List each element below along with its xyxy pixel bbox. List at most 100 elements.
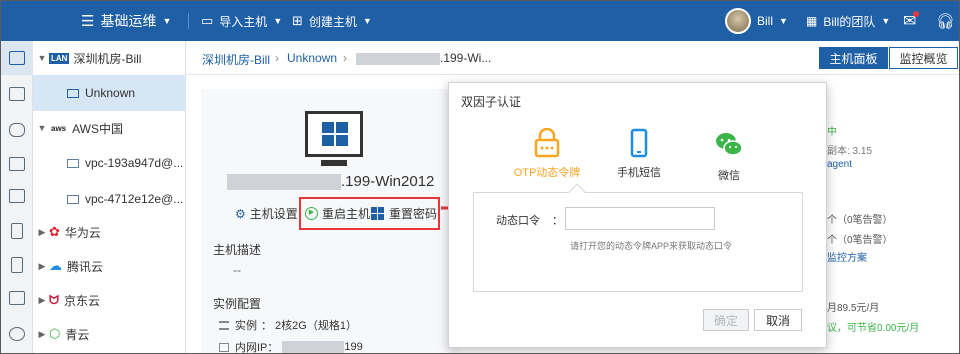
main-menu[interactable]: ☰ 基础运维 ▼ [81,1,171,41]
instance-label: 实例 [235,320,257,332]
chevron-down-icon: ▼ [779,16,788,26]
otp-field-colon: ： [552,215,563,227]
instance-config-label: 实例配置 [213,297,262,311]
chevron-right-icon: › [275,51,279,65]
create-host-label: 创建主机 [308,14,357,29]
private-ip-label: 内网IP： [235,342,279,354]
database-icon[interactable] [9,123,25,137]
windows-icon [322,122,348,146]
storage-icon[interactable] [9,189,25,203]
breadcrumb-unknown[interactable]: Unknown [287,51,337,65]
tree-item-qingcloud[interactable]: ▶ ⬡ 青云 [33,317,186,351]
avatar [725,8,751,34]
divider [188,13,189,29]
server-icon [219,320,229,330]
clipboard-icon[interactable] [11,257,23,273]
private-ip-suffix: 199 [344,341,363,353]
chevron-down-icon: ▼ [273,16,283,26]
tree-label: vpc-4712e12e@... [85,192,184,206]
create-host-menu[interactable]: ⊞ 创建主机 ▼ [292,1,372,41]
add-host-icon: ⊞ [292,13,303,28]
jd-logo-icon: ᗢ [49,292,59,307]
tab-wechat[interactable]: 微信 [701,131,757,183]
agent-link[interactable]: agent [827,159,852,170]
tab-otp[interactable]: OTP动态令牌 [511,128,583,180]
tree-item-vpc2[interactable]: vpc-4712e12e@... [33,181,186,217]
host-settings-label: 主机设置 [249,207,298,221]
otp-form-panel: 动态口令 ： 请打开您的动态令牌APP来获取动态口令 [473,183,803,292]
tree-item-tencent[interactable]: ▶ ☁ 腾讯云 [33,249,186,283]
tencent-cloud-icon: ☁ [49,258,62,273]
team-menu[interactable]: ▦ Bill的团队 ▼ [806,1,890,41]
chevron-down-icon: ▼ [881,16,891,26]
monitor-stand [321,160,347,166]
instance-spec-row: 实例 ： 2核2G（规格1） [219,317,357,333]
host-name-label: .199-Win2012 [341,173,435,190]
network-icon[interactable] [9,87,25,101]
private-ip-row: 内网IP： 199 [219,339,363,354]
alert-count-text: 个（0笔告警） [827,215,893,226]
import-host-menu[interactable]: ▭ 导入主机 ▼ [201,1,282,41]
chevron-right-icon: ▶ [38,260,46,271]
user-name: Bill [757,14,774,28]
tree-label: 深圳机房-Bill [73,51,142,66]
dialog-title: 双因子认证 [461,95,522,109]
host-description-label: 主机描述 [213,243,262,257]
redacted-ip [356,52,440,65]
chevron-right-icon: ▶ [38,226,46,237]
agent-version-text: 副本: 3.15 [827,146,873,157]
host-tree: ▼ LAN 深圳机房-Bill Unknown ▼ aws AWS中国 vpc-… [33,41,186,353]
tab-wechat-label: 微信 [718,170,740,182]
tab-sms[interactable]: 手机短信 [609,128,669,180]
otp-field-label: 动态口令 [496,215,540,227]
chart-icon[interactable] [9,291,25,305]
confirm-button[interactable]: 确定 [703,309,749,331]
monitor-icon [67,88,79,98]
tree-item-vpc1[interactable]: vpc-193a947d@... [33,145,186,181]
host-settings-button[interactable]: ⚙ 主机设置 [235,205,298,222]
redacted-ip [227,174,341,191]
tree-item-huawei[interactable]: ▶ ✿ 华为云 [33,215,186,249]
gear-icon[interactable] [9,327,25,341]
tree-label: 华为云 [64,225,101,240]
team-name: Bill的团队 [823,14,876,29]
app-window: ☰ 基础运维 ▼ ▭ 导入主机 ▼ ⊞ 创建主机 ▼ Bill ▼ ▦ Bill… [0,0,960,354]
messages-button[interactable]: ✉ [903,1,919,41]
chevron-right-icon: ▶ [38,294,46,305]
alert-count-text: 个（0笔告警） [827,235,893,246]
phone-icon [630,128,648,158]
host-monitor-icon [305,111,363,157]
tree-label: vpc-193a947d@... [85,156,184,170]
host-panel-button[interactable]: 主机面板 [819,47,888,69]
tree-item-jd[interactable]: ▶ ᗢ 京东云 [33,283,186,317]
monitor-overview-button[interactable]: 监控概览 [889,47,958,69]
tree-label: Unknown [85,86,136,100]
lan-badge: LAN [49,52,70,64]
redacted-ip [282,341,345,353]
host-icon[interactable] [9,51,25,65]
tree-item-unknown[interactable]: Unknown [33,75,186,111]
chevron-down-icon: ▼ [37,123,47,133]
chevron-down-icon: ▼ [37,53,47,63]
tree-item-aws[interactable]: ▼ aws AWS中国 [33,111,186,145]
otp-input[interactable] [565,207,715,230]
otp-hint-text: 请打开您的动态令牌APP来获取动态口令 [570,241,733,251]
monitor-plan-link[interactable]: 监控方案 [827,249,867,264]
cancel-button[interactable]: 取消 [754,309,802,331]
support-button[interactable]: 🎧︎ [936,1,955,41]
menu-title: 基础运维 [100,13,157,29]
tree-item-shenzhen[interactable]: ▼ LAN 深圳机房-Bill [33,41,186,75]
notification-dot [913,11,919,17]
qingcloud-logo-icon: ⬡ [49,326,61,341]
instance-value: ： 2核2G（规格1） [261,320,357,332]
user-menu[interactable]: Bill ▼ [725,1,788,41]
document-icon[interactable] [11,223,23,239]
monitor-icon [67,194,79,204]
breadcrumb-shenzhen[interactable]: 深圳机房-Bill [202,51,270,68]
icon-rail [1,41,33,353]
tree-label: 京东云 [63,293,100,308]
folder-icon[interactable] [9,157,25,171]
huawei-logo-icon: ✿ [49,224,60,239]
highlight-box [299,197,440,230]
headset-icon: 🎧︎ [936,13,956,30]
